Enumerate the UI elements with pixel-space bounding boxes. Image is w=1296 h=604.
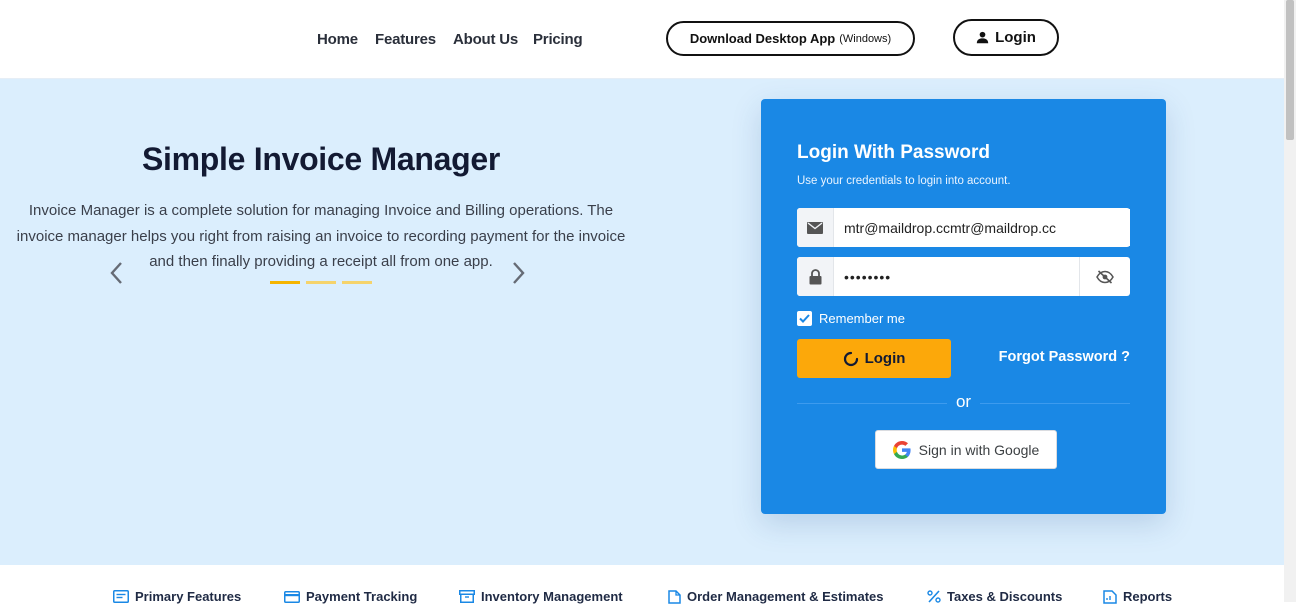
or-label: or <box>955 392 972 411</box>
google-sign-in-label: Sign in with Google <box>918 441 1040 458</box>
remember-me-checkbox[interactable]: Remember me <box>797 311 905 326</box>
login-card: Login With Password Use your credentials… <box>761 99 1166 514</box>
chevron-right-icon <box>513 262 525 284</box>
carousel-indicator-2[interactable] <box>306 281 336 284</box>
password-addon <box>797 257 834 296</box>
scrollbar-thumb[interactable] <box>1286 0 1294 140</box>
checkmark-icon <box>799 314 810 323</box>
archive-icon <box>459 590 475 603</box>
chevron-left-icon <box>110 262 122 284</box>
feature-tabs-bar: Primary Features Payment Tracking Invent… <box>0 565 1284 604</box>
credit-card-icon <box>284 590 300 603</box>
list-icon <box>113 590 129 603</box>
divider-line-right <box>980 403 1130 404</box>
carousel-next-arrow[interactable] <box>507 259 529 287</box>
eye-off-icon <box>1096 269 1114 284</box>
remember-me-label: Remember me <box>819 311 905 326</box>
login-submit-button[interactable]: Login <box>797 339 951 378</box>
nav-home-link[interactable]: Home <box>317 31 358 48</box>
or-divider: or <box>797 392 1130 411</box>
carousel-prev-arrow[interactable] <box>106 259 128 287</box>
document-icon <box>668 589 681 604</box>
lock-icon <box>809 268 821 284</box>
forgot-password-link[interactable]: Forgot Password ? <box>999 349 1130 365</box>
envelope-icon <box>807 221 823 234</box>
download-label: Download Desktop App <box>689 31 836 46</box>
login-card-title: Login With Password <box>797 142 990 163</box>
report-icon <box>1103 589 1117 604</box>
hero-description: Invoice Manager is a complete solution f… <box>16 202 626 270</box>
percent-icon <box>927 590 941 603</box>
nav-pricing-link[interactable]: Pricing <box>533 31 583 48</box>
top-navbar: Home Features About Us Pricing Download … <box>0 0 1284 79</box>
toggle-password-visibility[interactable] <box>1079 257 1130 296</box>
header-login-button[interactable]: Login <box>953 19 1059 56</box>
nav-about-link[interactable]: About Us <box>453 31 518 48</box>
download-platform: (Windows) <box>839 32 892 45</box>
download-desktop-app-button[interactable]: Download Desktop App (Windows) <box>666 21 915 56</box>
hero-title: Simple Invoice Manager <box>142 141 500 177</box>
login-card-subtitle: Use your credentials to login into accou… <box>797 175 1011 187</box>
carousel-indicators <box>270 281 372 284</box>
page-scrollbar[interactable] <box>1284 0 1296 602</box>
user-icon <box>976 31 989 44</box>
spinner-icon <box>843 351 858 366</box>
nav-features-link[interactable]: Features <box>375 31 436 48</box>
email-input-group <box>797 208 1130 247</box>
google-logo-icon <box>892 440 911 459</box>
password-field[interactable] <box>834 258 1079 295</box>
carousel-indicator-1[interactable] <box>270 281 300 284</box>
email-field[interactable] <box>834 209 1130 246</box>
google-sign-in-button[interactable]: Sign in with Google <box>875 430 1057 469</box>
carousel-indicator-3[interactable] <box>342 281 372 284</box>
password-input-group <box>797 257 1130 296</box>
email-addon <box>797 208 834 247</box>
login-submit-label: Login <box>864 350 906 367</box>
checkbox-box <box>797 311 812 326</box>
header-login-label: Login <box>995 29 1036 46</box>
